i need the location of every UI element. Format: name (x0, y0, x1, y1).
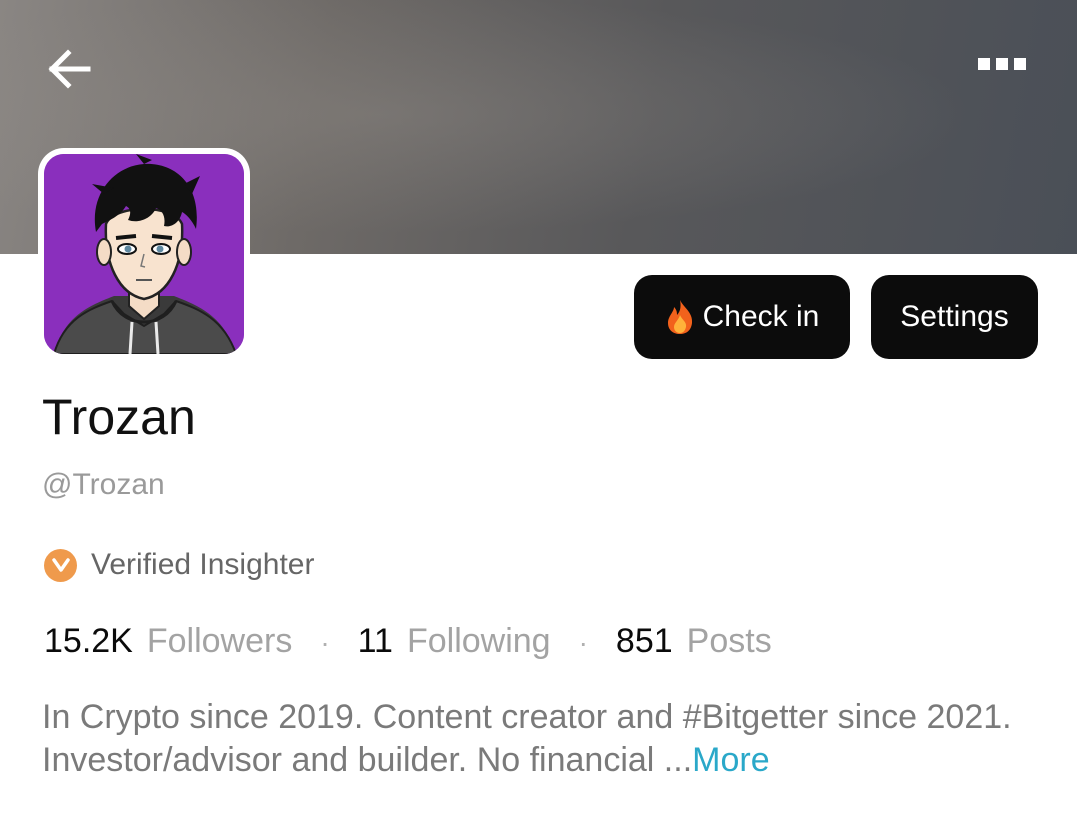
verified-badge[interactable]: Verified Insighter (44, 548, 314, 582)
settings-button[interactable]: Settings (871, 275, 1038, 359)
profile-stats: 15.2K Followers · 11 Following · 851 Posts (44, 622, 772, 661)
profile-handle: @Trozan (42, 468, 165, 501)
following-label: Following (406, 622, 551, 660)
arrow-left-icon (48, 49, 91, 89)
avatar[interactable] (38, 148, 250, 360)
posts-label: Posts (686, 622, 772, 660)
back-button[interactable] (44, 46, 94, 92)
posts-count: 851 (615, 622, 673, 660)
fire-icon (667, 300, 692, 334)
posts-stat[interactable]: 851 Posts (616, 622, 772, 661)
following-stat[interactable]: 11 Following (358, 622, 551, 661)
settings-label: Settings (900, 300, 1009, 333)
check-in-button[interactable]: Check in (634, 275, 850, 359)
followers-stat[interactable]: 15.2K Followers (44, 622, 292, 661)
profile-bio: In Crypto since 2019. Content creator an… (42, 696, 1042, 782)
bio-text: In Crypto since 2019. Content creator an… (42, 698, 1012, 779)
followers-label: Followers (146, 622, 293, 660)
anime-character-avatar-illustration (44, 154, 244, 354)
more-dots-icon (978, 58, 990, 70)
following-count: 11 (357, 622, 393, 660)
check-in-label: Check in (702, 300, 820, 333)
verified-badge-label: Verified Insighter (91, 548, 315, 581)
followers-count: 15.2K (44, 622, 133, 660)
stat-separator: · (578, 627, 588, 658)
stat-separator: · (320, 627, 330, 658)
verified-v-icon (44, 548, 77, 582)
profile-name: Trozan (42, 389, 196, 445)
more-options-button[interactable] (978, 58, 1034, 80)
bio-more-link[interactable]: More (692, 741, 769, 779)
avatar-image (44, 154, 244, 354)
